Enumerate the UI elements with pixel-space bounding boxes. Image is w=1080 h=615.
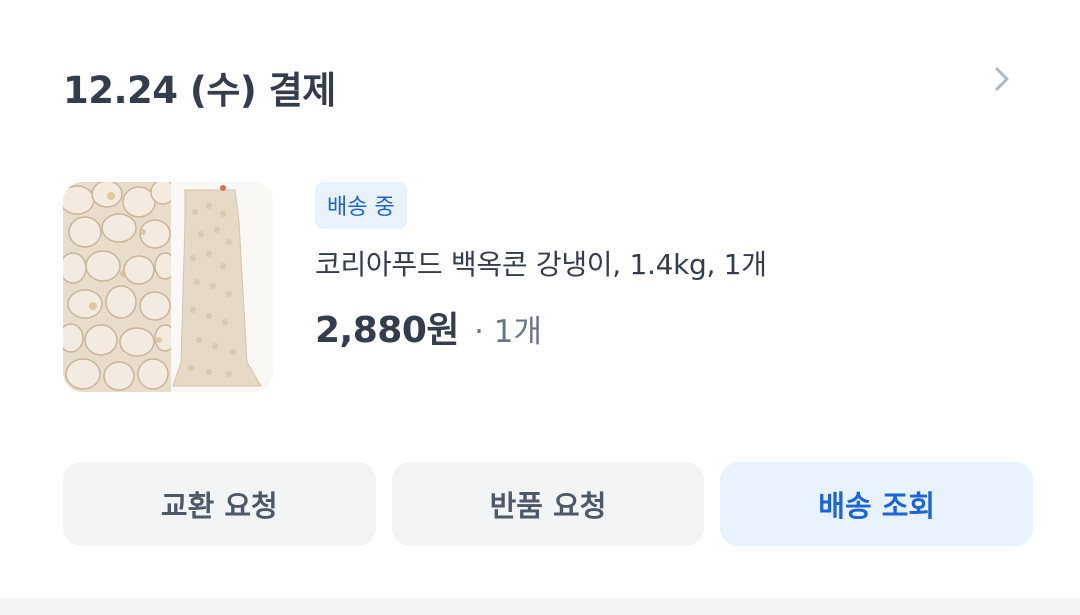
product-name: 코리아푸드 백옥콘 강냉이, 1.4kg, 1개: [315, 248, 767, 281]
product-quantity: · 1개: [474, 314, 543, 350]
product-info: 배송 중 코리아푸드 백옥콘 강냉이, 1.4kg, 1개 2,880원 · 1…: [315, 182, 767, 353]
product-image[interactable]: [63, 182, 273, 392]
return-request-button[interactable]: 반품 요청: [391, 462, 705, 546]
section-divider: [0, 598, 1080, 615]
product-item[interactable]: 배송 중 코리아푸드 백옥콘 강냉이, 1.4kg, 1개 2,880원 · 1…: [63, 182, 1033, 392]
order-date-title: 12.24 (수) 결제: [63, 69, 336, 112]
order-card: 12.24 (수) 결제 배송 중 코리아푸드 백옥콘 강냉이, 1.4kg, …: [0, 0, 1080, 598]
order-actions: 교환 요청 반품 요청 배송 조회: [63, 462, 1034, 546]
product-price: 2,880원: [315, 310, 460, 351]
chevron-right-icon[interactable]: [989, 66, 1015, 92]
order-header[interactable]: 12.24 (수) 결제: [63, 52, 1033, 112]
price-line: 2,880원 · 1개: [315, 301, 767, 353]
status-badge: 배송 중: [315, 182, 407, 229]
track-delivery-button[interactable]: 배송 조회: [720, 462, 1034, 546]
exchange-request-button[interactable]: 교환 요청: [63, 462, 376, 546]
